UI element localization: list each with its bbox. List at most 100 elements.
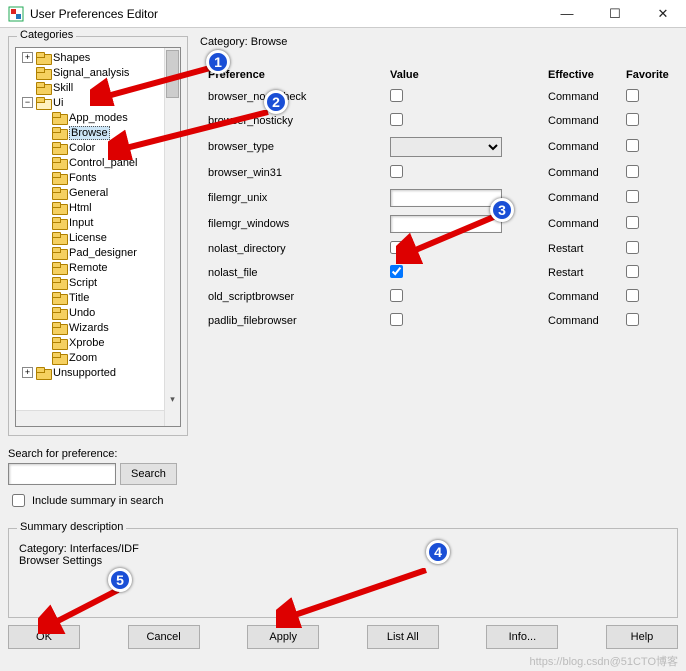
pref-value-select[interactable]	[390, 137, 502, 157]
scroll-down-icon[interactable]: ▾	[165, 394, 180, 410]
folder-icon	[36, 367, 50, 378]
search-button[interactable]: Search	[120, 463, 177, 485]
tree-label[interactable]: Browse	[69, 126, 110, 140]
pref-value-input[interactable]	[390, 189, 502, 207]
pref-value-checkbox[interactable]	[390, 265, 403, 278]
pref-favorite-checkbox[interactable]	[626, 139, 639, 152]
search-input[interactable]	[8, 463, 116, 485]
tree-item-color[interactable]: Color	[18, 140, 178, 155]
pref-row-padlib_filebrowser: padlib_filebrowser Command	[202, 310, 675, 332]
pref-favorite-checkbox[interactable]	[626, 165, 639, 178]
pref-favorite-checkbox[interactable]	[626, 313, 639, 326]
tree-label[interactable]: Html	[69, 202, 92, 214]
pref-name: padlib_filebrowser	[202, 310, 382, 332]
expand-icon[interactable]: +	[22, 52, 33, 63]
tree-item-wizards[interactable]: Wizards	[18, 320, 178, 335]
pref-value-checkbox[interactable]	[390, 313, 403, 326]
tree-label[interactable]: Fonts	[69, 172, 97, 184]
tree-item-xprobe[interactable]: Xprobe	[18, 335, 178, 350]
expand-icon[interactable]: −	[22, 97, 33, 108]
tree-label[interactable]: App_modes	[69, 112, 128, 124]
search-label: Search for preference:	[8, 448, 188, 460]
tree-item-unsupported[interactable]: + Unsupported	[18, 365, 178, 380]
close-button[interactable]: ✕	[648, 6, 678, 22]
tree-label[interactable]: Pad_designer	[69, 247, 137, 259]
include-summary-checkbox[interactable]	[12, 494, 25, 507]
tree-item-title[interactable]: Title	[18, 290, 178, 305]
minimize-button[interactable]: —	[552, 6, 582, 22]
tree-label[interactable]: Xprobe	[69, 337, 104, 349]
pref-favorite-checkbox[interactable]	[626, 289, 639, 302]
pref-name: browser_nosticky	[202, 110, 382, 132]
pref-effective: Command	[542, 186, 618, 210]
pref-row-nolast_file: nolast_file Restart	[202, 262, 675, 284]
pref-effective: Command	[542, 162, 618, 184]
tree-item-skill[interactable]: Skill	[18, 80, 178, 95]
folder-icon	[52, 112, 66, 123]
include-summary-label: Include summary in search	[32, 495, 163, 507]
pref-name: filemgr_windows	[202, 212, 382, 236]
pref-value-checkbox[interactable]	[390, 113, 403, 126]
listall-button[interactable]: List All	[367, 625, 439, 649]
tree-label[interactable]: Input	[69, 217, 93, 229]
tree-label[interactable]: Shapes	[53, 52, 90, 64]
tree-item-remote[interactable]: Remote	[18, 260, 178, 275]
tree-item-fonts[interactable]: Fonts	[18, 170, 178, 185]
tree-item-pad_designer[interactable]: Pad_designer	[18, 245, 178, 260]
scroll-thumb[interactable]	[166, 50, 179, 98]
tree-item-undo[interactable]: Undo	[18, 305, 178, 320]
tree-label[interactable]: Remote	[69, 262, 108, 274]
pref-name: nolast_file	[202, 262, 382, 284]
pref-favorite-checkbox[interactable]	[626, 241, 639, 254]
cancel-button[interactable]: Cancel	[128, 625, 200, 649]
tree-label[interactable]: Zoom	[69, 352, 97, 364]
tree-item-zoom[interactable]: Zoom	[18, 350, 178, 365]
pref-favorite-checkbox[interactable]	[626, 216, 639, 229]
pref-effective: Restart	[542, 262, 618, 284]
tree-item-license[interactable]: License	[18, 230, 178, 245]
tree-scrollbar-v[interactable]: ▴ ▾	[164, 48, 180, 426]
tree-item-ui[interactable]: − Ui	[18, 95, 178, 110]
tree-item-shapes[interactable]: + Shapes	[18, 50, 178, 65]
tree-label[interactable]: Unsupported	[53, 367, 116, 379]
tree-label[interactable]: Script	[69, 277, 97, 289]
maximize-button[interactable]: ☐	[600, 6, 630, 22]
help-button[interactable]: Help	[606, 625, 678, 649]
annotation-5: 5	[108, 568, 132, 592]
tree-label[interactable]: Signal_analysis	[53, 67, 129, 79]
tree-item-input[interactable]: Input	[18, 215, 178, 230]
pref-value-checkbox[interactable]	[390, 241, 403, 254]
pref-favorite-checkbox[interactable]	[626, 190, 639, 203]
tree-item-app_modes[interactable]: App_modes	[18, 110, 178, 125]
tree-label[interactable]: Title	[69, 292, 89, 304]
ok-button[interactable]: OK	[8, 625, 80, 649]
expand-icon[interactable]: +	[22, 367, 33, 378]
pref-value-input[interactable]	[390, 215, 502, 233]
tree-label[interactable]: Skill	[53, 82, 73, 94]
tree-item-control_panel[interactable]: Control_panel	[18, 155, 178, 170]
pref-effective: Command	[542, 310, 618, 332]
tree-label[interactable]: License	[69, 232, 107, 244]
tree-label[interactable]: Ui	[53, 97, 63, 109]
info-button[interactable]: Info...	[486, 625, 558, 649]
pref-value-checkbox[interactable]	[390, 89, 403, 102]
tree-item-html[interactable]: Html	[18, 200, 178, 215]
tree-label[interactable]: Color	[69, 142, 95, 154]
tree-item-signal_analysis[interactable]: Signal_analysis	[18, 65, 178, 80]
tree-label[interactable]: Undo	[69, 307, 95, 319]
pref-favorite-checkbox[interactable]	[626, 265, 639, 278]
pref-value-checkbox[interactable]	[390, 165, 403, 178]
tree-item-script[interactable]: Script	[18, 275, 178, 290]
pref-favorite-checkbox[interactable]	[626, 113, 639, 126]
pref-effective: Command	[542, 86, 618, 108]
pref-value-checkbox[interactable]	[390, 289, 403, 302]
tree-scrollbar-h[interactable]	[16, 410, 164, 426]
tree-item-browse[interactable]: Browse	[18, 125, 178, 140]
apply-button[interactable]: Apply	[247, 625, 319, 649]
tree-label[interactable]: General	[69, 187, 108, 199]
tree-item-general[interactable]: General	[18, 185, 178, 200]
tree-label[interactable]: Control_panel	[69, 157, 138, 169]
category-tree[interactable]: + Shapes Signal_analysis Skill − Ui App_modes B…	[15, 47, 181, 427]
pref-favorite-checkbox[interactable]	[626, 89, 639, 102]
tree-label[interactable]: Wizards	[69, 322, 109, 334]
